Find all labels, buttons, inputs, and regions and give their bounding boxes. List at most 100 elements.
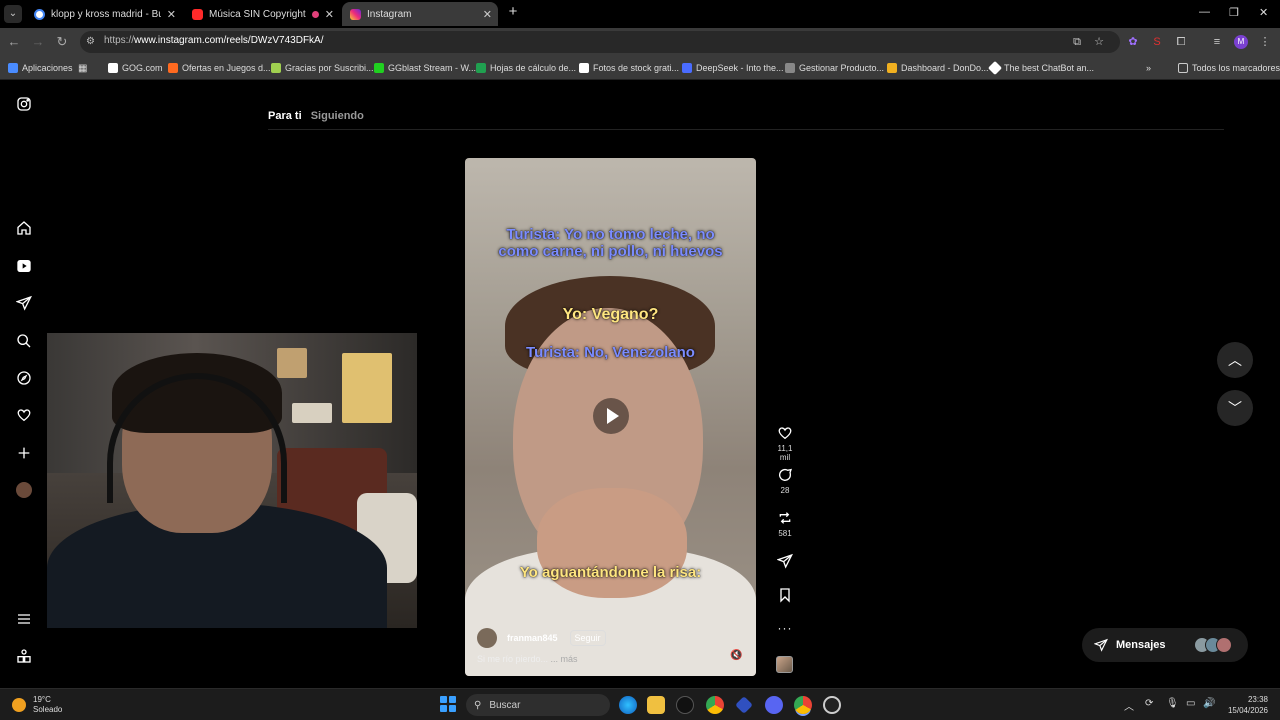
tab-youtube[interactable]: Música SIN Copyright 2026 ✕ bbox=[184, 2, 340, 26]
audio-thumbnail[interactable] bbox=[776, 656, 793, 673]
close-tab-icon[interactable]: ✕ bbox=[483, 8, 492, 21]
bookmark-aplicaciones[interactable]: Aplicaciones bbox=[8, 61, 73, 75]
browser-tab-bar: ⌄ klopp y kross madrid - Buscar c ✕ Músi… bbox=[0, 0, 1280, 28]
author-username[interactable]: franman845 bbox=[507, 633, 558, 643]
close-tab-icon[interactable]: ✕ bbox=[167, 8, 176, 21]
install-app-icon[interactable]: ⧉ bbox=[1070, 35, 1084, 49]
bookmark-hojas[interactable]: Hojas de cálculo de... bbox=[476, 61, 576, 75]
tab-para-ti[interactable]: Para ti bbox=[268, 110, 302, 122]
weather-widget[interactable]: 19°C Soleado bbox=[12, 695, 62, 715]
bookmark-chatbot[interactable]: The best ChatBot an... bbox=[987, 60, 1095, 76]
close-tab-icon[interactable]: ✕ bbox=[325, 8, 334, 21]
profile-avatar-icon[interactable] bbox=[16, 482, 32, 498]
clock-date: 15/04/2026 bbox=[1227, 706, 1268, 715]
bookmark-gog[interactable]: GOG.com bbox=[108, 61, 163, 75]
tab-google-search[interactable]: klopp y kross madrid - Buscar c ✕ bbox=[26, 2, 182, 26]
bookmark-gracias[interactable]: Gracias por Suscribi... bbox=[271, 61, 374, 75]
bookmark-gestionar[interactable]: Gestionar Producto... bbox=[785, 61, 884, 75]
file-explorer-icon[interactable] bbox=[647, 696, 665, 714]
bookmarks-overflow[interactable]: » bbox=[1146, 61, 1151, 75]
also-from-meta-icon[interactable] bbox=[16, 648, 32, 664]
chrome-icon[interactable] bbox=[706, 696, 724, 714]
tab-instagram[interactable]: Instagram ✕ bbox=[342, 2, 498, 26]
author-avatar[interactable] bbox=[477, 628, 497, 648]
bookmark-star-icon[interactable]: ☆ bbox=[1092, 35, 1106, 49]
messages-button[interactable]: Mensajes bbox=[1082, 628, 1248, 662]
bookmark-ggblast[interactable]: GGblast Stream - W... bbox=[374, 61, 476, 75]
more-menu-icon[interactable] bbox=[16, 611, 32, 627]
repost-button[interactable]: 581 bbox=[772, 510, 798, 538]
like-button[interactable]: 11,1 mil bbox=[772, 425, 798, 462]
share-button[interactable] bbox=[772, 553, 798, 569]
explore-compass-icon[interactable] bbox=[16, 370, 32, 386]
notifications-heart-icon[interactable] bbox=[16, 407, 32, 423]
bookmark-all[interactable]: Todos los marcadores bbox=[1178, 61, 1280, 75]
comment-button[interactable]: 28 bbox=[772, 467, 798, 495]
play-icon[interactable] bbox=[593, 398, 629, 434]
bookmark-label: The best ChatBot an... bbox=[1004, 63, 1095, 73]
profile-avatar[interactable]: M bbox=[1234, 35, 1248, 49]
app-diamond-icon[interactable] bbox=[735, 696, 753, 714]
previous-reel-chevron-up-icon[interactable]: ︿ bbox=[1217, 342, 1253, 378]
browser-menu-icon[interactable]: ⋮ bbox=[1258, 35, 1272, 49]
reels-icon[interactable] bbox=[16, 258, 32, 274]
sheets-icon bbox=[476, 63, 486, 73]
create-plus-icon[interactable] bbox=[16, 445, 32, 461]
direct-send-icon[interactable] bbox=[16, 295, 32, 311]
save-button[interactable] bbox=[772, 587, 798, 603]
bookmark-icon bbox=[780, 588, 790, 603]
more-link[interactable]: ... más bbox=[551, 654, 578, 664]
clock[interactable]: 23:38 15/04/2026 bbox=[1224, 694, 1268, 716]
media-controls-icon[interactable]: ≡ bbox=[1210, 35, 1224, 49]
extension-icon[interactable]: ✿ bbox=[1126, 35, 1140, 49]
new-tab-button[interactable]: + bbox=[505, 4, 521, 20]
bookmark-label: Dashboard - DonDo... bbox=[901, 63, 989, 73]
tab-title: klopp y kross madrid - Buscar c bbox=[51, 8, 161, 20]
site-info-icon[interactable]: ⚙ bbox=[86, 36, 98, 48]
bookmark-label: GOG.com bbox=[122, 63, 163, 73]
extensions-puzzle-icon[interactable]: ⧠ bbox=[1174, 35, 1188, 49]
reload-icon[interactable]: ↻ bbox=[54, 34, 70, 50]
bookmark-label: Todos los marcadores bbox=[1192, 63, 1280, 73]
start-windows-icon[interactable] bbox=[440, 696, 456, 712]
microphone-icon[interactable]: 🎙 bbox=[1166, 698, 1179, 709]
url-scheme: https:// bbox=[104, 35, 135, 46]
ofertas-icon bbox=[168, 63, 178, 73]
volume-icon[interactable]: 🔊 bbox=[1203, 698, 1215, 709]
tray-sync-icon[interactable]: ⟳ bbox=[1145, 698, 1153, 709]
instagram-logo-icon[interactable] bbox=[16, 96, 32, 112]
url-bar[interactable]: ⚙ https://www.instagram.com/reels/DWzV74… bbox=[80, 31, 1120, 53]
discord-icon[interactable] bbox=[765, 696, 783, 714]
bookmark-grid[interactable]: ▦ bbox=[78, 61, 87, 75]
home-icon[interactable] bbox=[16, 220, 32, 236]
bookmark-deepseek[interactable]: DeepSeek - Into the... bbox=[682, 61, 784, 75]
extension-s-icon[interactable]: S bbox=[1150, 35, 1164, 49]
collectible-box bbox=[292, 403, 332, 423]
bookmark-fotos[interactable]: Fotos de stock grati... bbox=[579, 61, 679, 75]
forward-icon[interactable]: → bbox=[30, 34, 46, 50]
url-text[interactable]: https://www.instagram.com/reels/DWzV743D… bbox=[104, 35, 324, 46]
back-icon[interactable]: ← bbox=[6, 34, 22, 50]
mute-icon[interactable]: 🔇 bbox=[730, 650, 742, 662]
next-reel-chevron-down-icon[interactable]: ﹀ bbox=[1217, 390, 1253, 426]
reel-video[interactable]: Turista: Yo no tomo leche, no como carne… bbox=[465, 158, 756, 676]
edge-icon[interactable] bbox=[619, 696, 637, 714]
bookmark-dashboard[interactable]: Dashboard - DonDo... bbox=[887, 61, 989, 75]
taskbar-search[interactable]: ⚲ Buscar bbox=[466, 694, 610, 716]
follow-button[interactable]: Seguir bbox=[569, 630, 606, 646]
obs-icon[interactable] bbox=[823, 696, 841, 714]
windows-taskbar: 19°C Soleado ⚲ Buscar ︿ ⟳ 🎙 ▭ 🔊 23:38 15… bbox=[0, 688, 1280, 720]
chrome-profile-icon[interactable] bbox=[794, 696, 812, 714]
epic-games-icon[interactable] bbox=[676, 696, 694, 714]
more-options-icon[interactable]: ··· bbox=[772, 621, 798, 635]
bookmark-label: Hojas de cálculo de... bbox=[490, 63, 577, 73]
tab-search-button[interactable]: ⌄ bbox=[4, 5, 22, 23]
tab-siguiendo[interactable]: Siguiendo bbox=[311, 110, 364, 122]
search-icon[interactable] bbox=[16, 333, 32, 349]
close-window-icon[interactable]: ✕ bbox=[1259, 6, 1268, 19]
minimize-icon[interactable]: — bbox=[1199, 6, 1210, 18]
restore-icon[interactable]: ❐ bbox=[1229, 6, 1239, 19]
tray-overflow-icon[interactable]: ︿ bbox=[1124, 698, 1134, 713]
bookmark-ofertas[interactable]: Ofertas en Juegos d... bbox=[168, 61, 271, 75]
network-icon[interactable]: ▭ bbox=[1186, 698, 1195, 709]
